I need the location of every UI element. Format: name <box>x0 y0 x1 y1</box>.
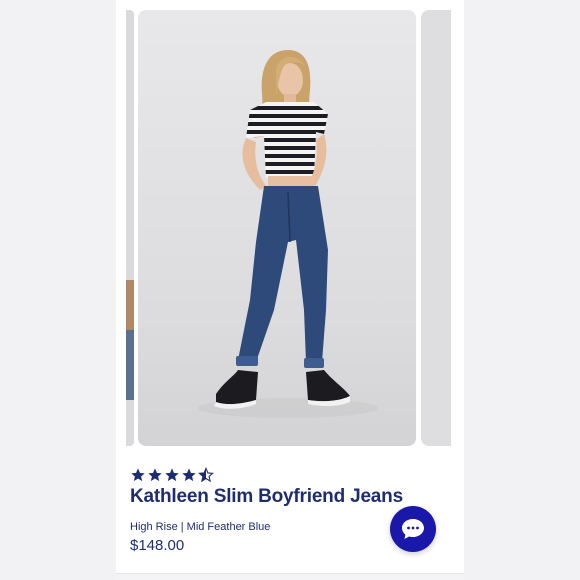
next-image-peek[interactable] <box>421 10 451 446</box>
star-rating[interactable] <box>130 467 214 483</box>
product-title: Kathleen Slim Boyfriend Jeans <box>130 486 403 507</box>
product-price: $148.00 <box>130 537 185 554</box>
product-subtitle: High Rise | Mid Feather Blue <box>130 521 271 533</box>
star-full-icon <box>148 468 162 482</box>
model-in-jeans-photo <box>198 50 378 418</box>
star-full-icon <box>182 468 196 482</box>
product-page: Kathleen Slim Boyfriend Jeans High Rise … <box>116 0 464 580</box>
star-full-icon <box>165 468 179 482</box>
image-carousel[interactable] <box>116 0 464 450</box>
previous-image-peek[interactable] <box>126 10 134 446</box>
star-half-icon <box>198 467 214 483</box>
chat-bubble-icon <box>402 519 424 539</box>
star-full-icon <box>131 468 145 482</box>
product-photo[interactable] <box>138 10 416 446</box>
bottom-divider <box>116 573 464 580</box>
chat-button[interactable] <box>390 506 436 552</box>
